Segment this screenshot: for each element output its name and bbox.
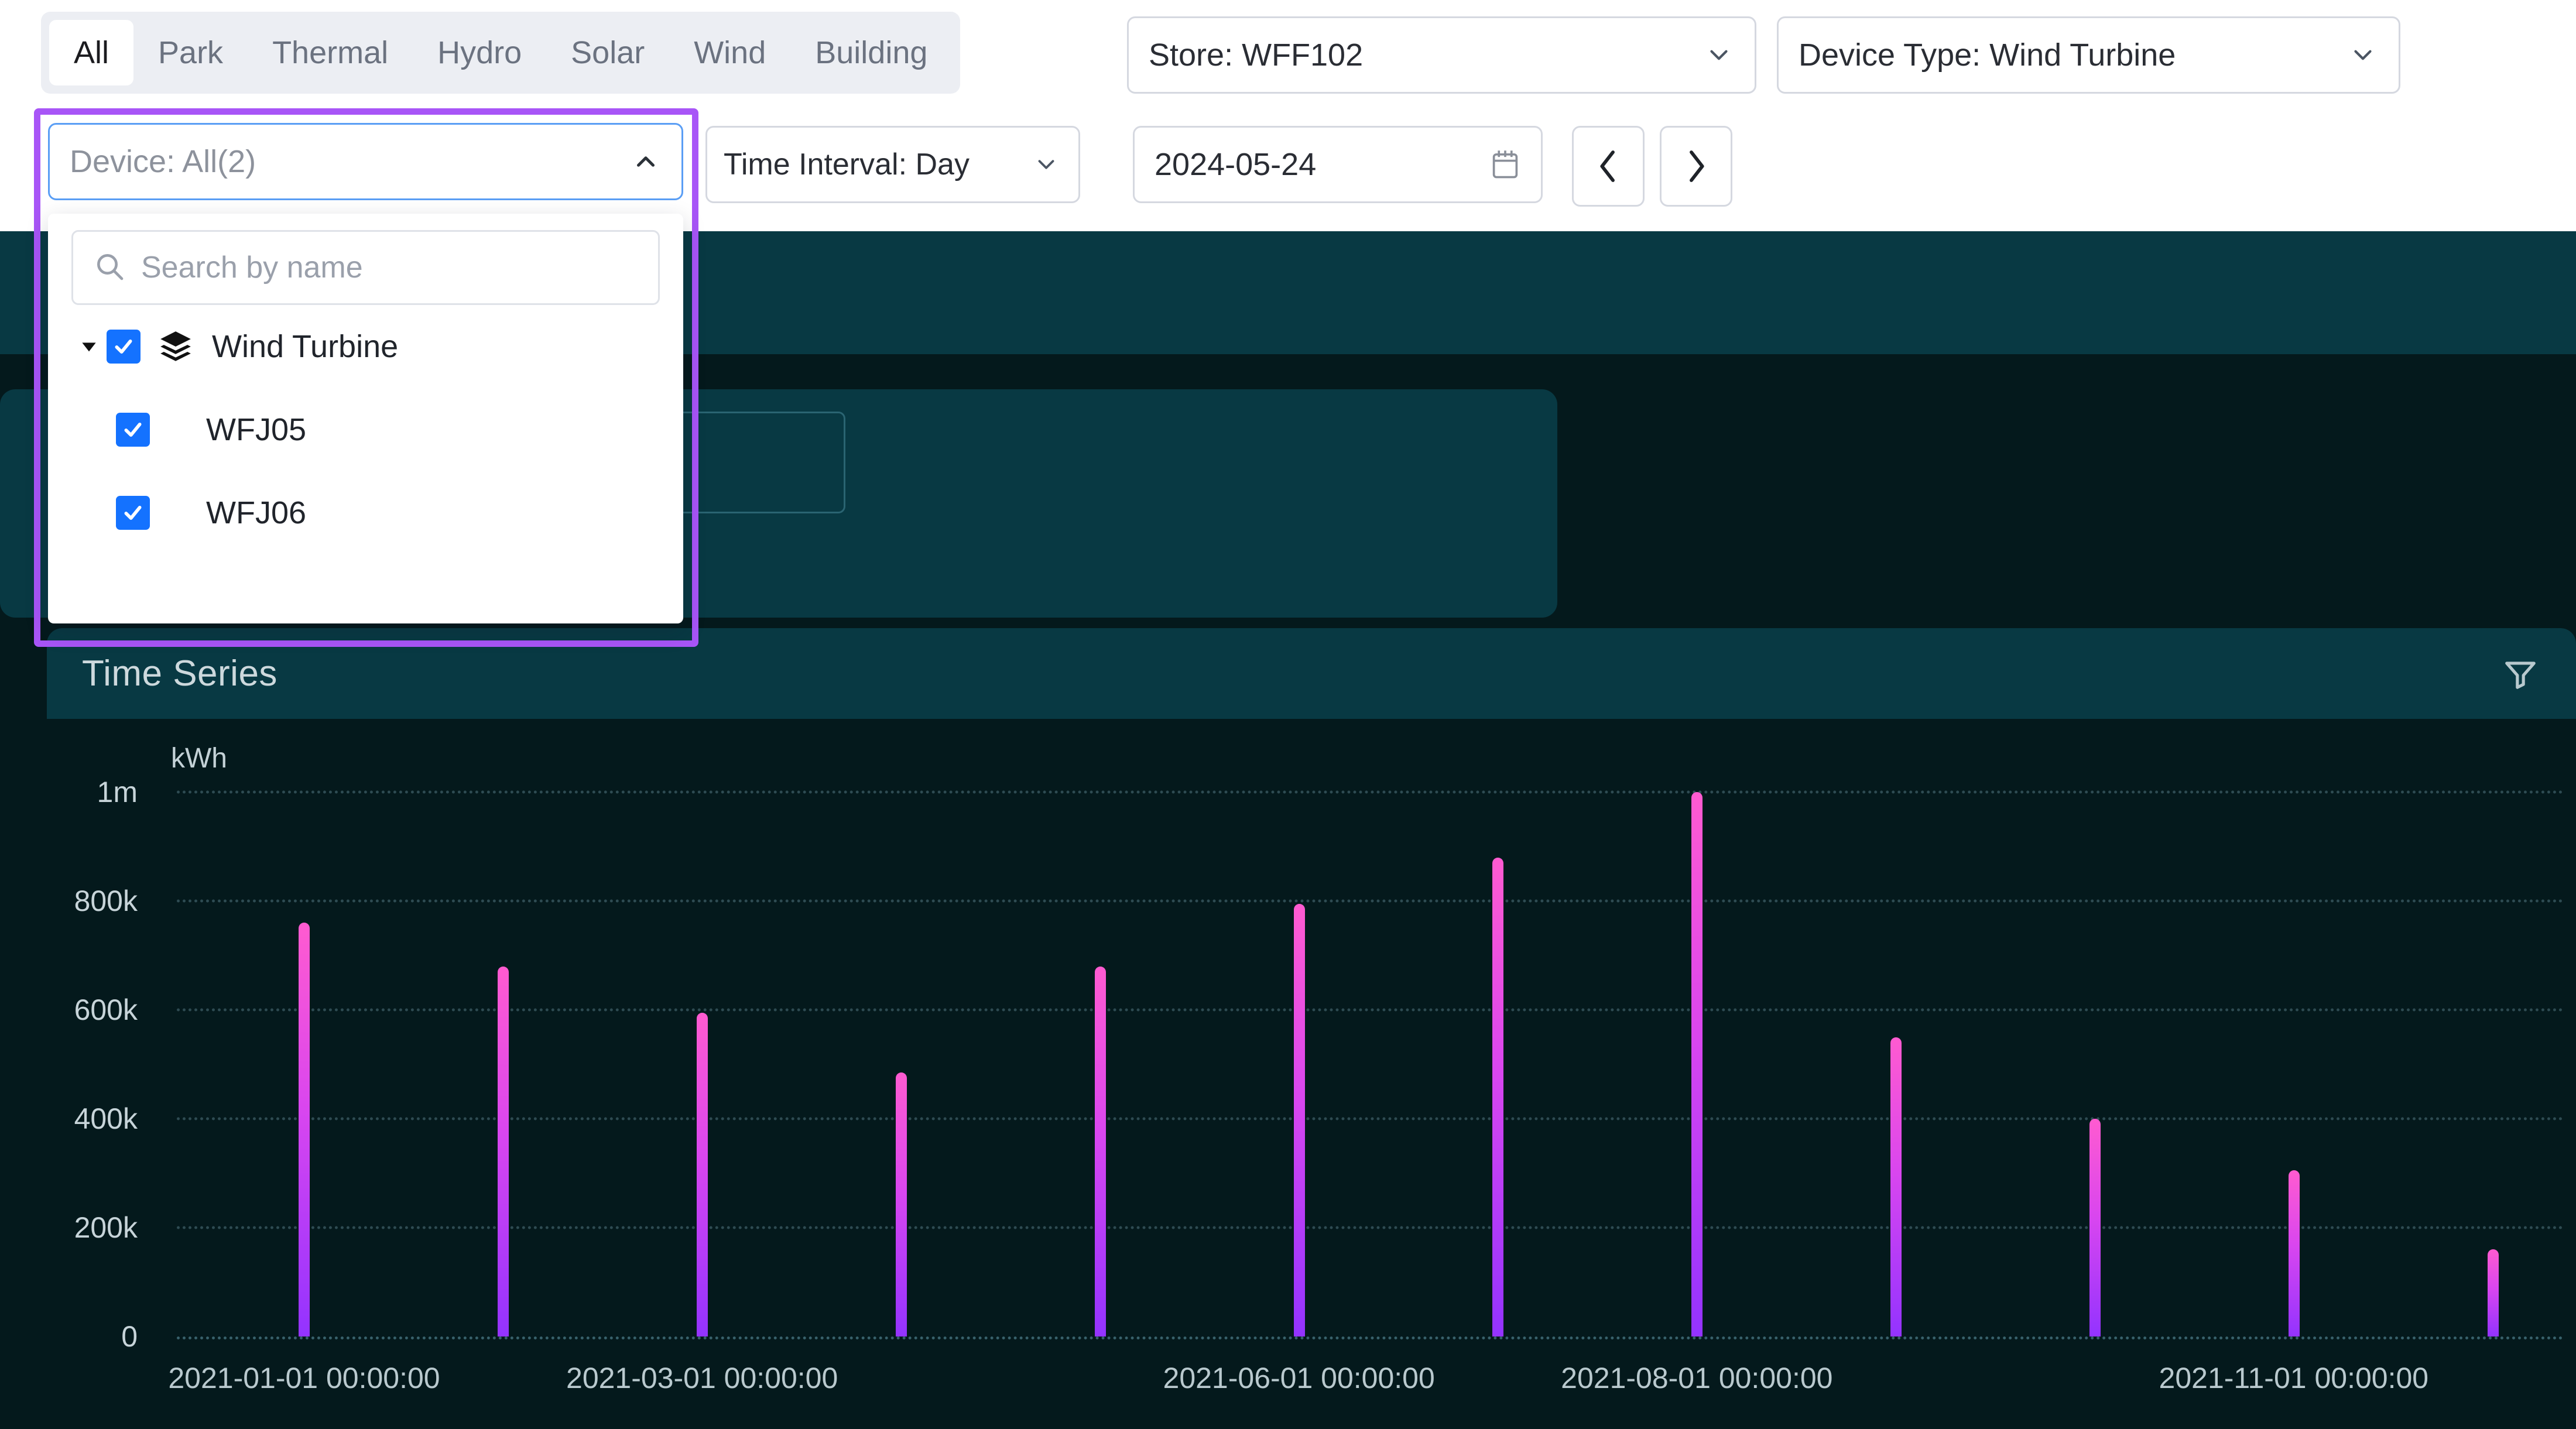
bar[interactable] [1492, 857, 1504, 1337]
device-search-input[interactable]: Search by name [71, 230, 660, 305]
time-interval-select[interactable]: Time Interval: Day [705, 126, 1080, 203]
tab-building[interactable]: Building [790, 20, 952, 85]
device-search-placeholder: Search by name [141, 251, 363, 285]
device-tree-row[interactable]: Wind Turbine [71, 305, 660, 388]
time-series-title: Time Series [82, 653, 278, 694]
y-axis-unit-label: kWh [171, 743, 227, 774]
bar[interactable] [2288, 1170, 2300, 1337]
bar[interactable] [1094, 966, 1106, 1337]
checkbox[interactable] [116, 413, 150, 447]
y-axis-tick-label: 400k [74, 1102, 138, 1135]
device-dropdown-panel: Search by name Wind Turbine WFJ05 WFJ06 [48, 214, 683, 623]
tab-park[interactable]: Park [133, 20, 248, 85]
next-period-button[interactable] [1660, 126, 1732, 207]
bar[interactable] [498, 966, 509, 1337]
device-tree: Wind Turbine WFJ05 WFJ06 [71, 305, 660, 554]
y-axis-tick-label: 800k [74, 885, 138, 917]
filter-toolbar: All Park Thermal Hydro Solar Wind Building Sto… [0, 0, 2576, 647]
funnel-icon[interactable] [2500, 653, 2541, 694]
gridline [177, 1008, 2564, 1012]
chevron-down-icon [2347, 39, 2379, 71]
previous-period-button[interactable] [1572, 126, 1645, 207]
y-axis-tick-label: 200k [74, 1211, 138, 1244]
checkbox[interactable] [116, 496, 150, 530]
calendar-icon[interactable] [1489, 149, 1521, 180]
device-type-select[interactable]: Device Type: Wind Turbine [1777, 16, 2400, 94]
date-input-value: 2024-05-24 [1155, 147, 1317, 182]
chevron-down-icon[interactable] [71, 335, 107, 358]
checkbox[interactable] [107, 330, 141, 364]
time-series-card: Time Series kWh 0 200k 400k 600k 800k 1m 2021-… [47, 628, 2576, 1429]
x-axis-tick-label: 2021-08-01 00:00:00 [1561, 1362, 1833, 1394]
x-axis-line [177, 1337, 2564, 1339]
y-axis-tick-label: 1m [97, 776, 138, 808]
search-icon [93, 250, 126, 286]
chevron-down-icon [1030, 149, 1062, 180]
x-axis-tick-label: 2021-03-01 00:00:00 [566, 1362, 838, 1394]
bar[interactable] [1293, 903, 1305, 1337]
y-axis-tick-label: 0 [121, 1320, 138, 1353]
bar[interactable] [1691, 792, 1703, 1337]
x-axis-tick-label: 2021-01-01 00:00:00 [168, 1362, 440, 1394]
tab-all[interactable]: All [49, 20, 134, 85]
bar-chart: kWh 0 200k 400k 600k 800k 1m 2021-01-01 00:00:… [47, 719, 2576, 1429]
device-tree-row[interactable]: WFJ06 [71, 471, 660, 554]
store-select[interactable]: Store: WFF102 [1127, 16, 1756, 94]
tab-solar[interactable]: Solar [546, 20, 669, 85]
device-tree-label: WFJ05 [206, 412, 307, 447]
tab-thermal[interactable]: Thermal [248, 20, 413, 85]
y-axis-tick-label: 600k [74, 993, 138, 1026]
gridline [177, 1226, 2564, 1229]
store-select-label: Store: WFF102 [1149, 37, 1364, 73]
time-series-body: kWh 0 200k 400k 600k 800k 1m 2021-01-01 00:00:… [47, 719, 2576, 1429]
gridline [177, 899, 2564, 903]
device-tree-row[interactable]: WFJ05 [71, 388, 660, 471]
gridline [177, 790, 2564, 794]
time-interval-select-label: Time Interval: Day [724, 148, 970, 181]
gridline [177, 1117, 2564, 1120]
bar[interactable] [299, 923, 310, 1337]
tab-hydro[interactable]: Hydro [413, 20, 546, 85]
x-axis-tick-label: 2021-11-01 00:00:00 [2159, 1362, 2429, 1394]
device-select[interactable]: Device: All(2) [48, 123, 683, 200]
tab-wind[interactable]: Wind [669, 20, 790, 85]
bar[interactable] [1890, 1037, 1902, 1337]
device-tree-label: Wind Turbine [212, 329, 399, 364]
x-axis-tick-label: 2021-06-01 00:00:00 [1163, 1362, 1435, 1394]
bar[interactable] [895, 1072, 907, 1337]
bar[interactable] [697, 1012, 708, 1337]
bar[interactable] [2487, 1249, 2499, 1337]
layers-icon [155, 328, 197, 365]
chevron-up-icon [630, 146, 662, 177]
chevron-down-icon [1703, 39, 1735, 71]
device-tree-label: WFJ06 [206, 495, 307, 530]
bar[interactable] [2089, 1119, 2101, 1337]
device-type-select-label: Device Type: Wind Turbine [1799, 37, 2176, 73]
device-select-label: Device: All(2) [70, 144, 256, 179]
date-input[interactable]: 2024-05-24 [1133, 126, 1543, 203]
category-tab-bar: All Park Thermal Hydro Solar Wind Building [41, 12, 961, 94]
